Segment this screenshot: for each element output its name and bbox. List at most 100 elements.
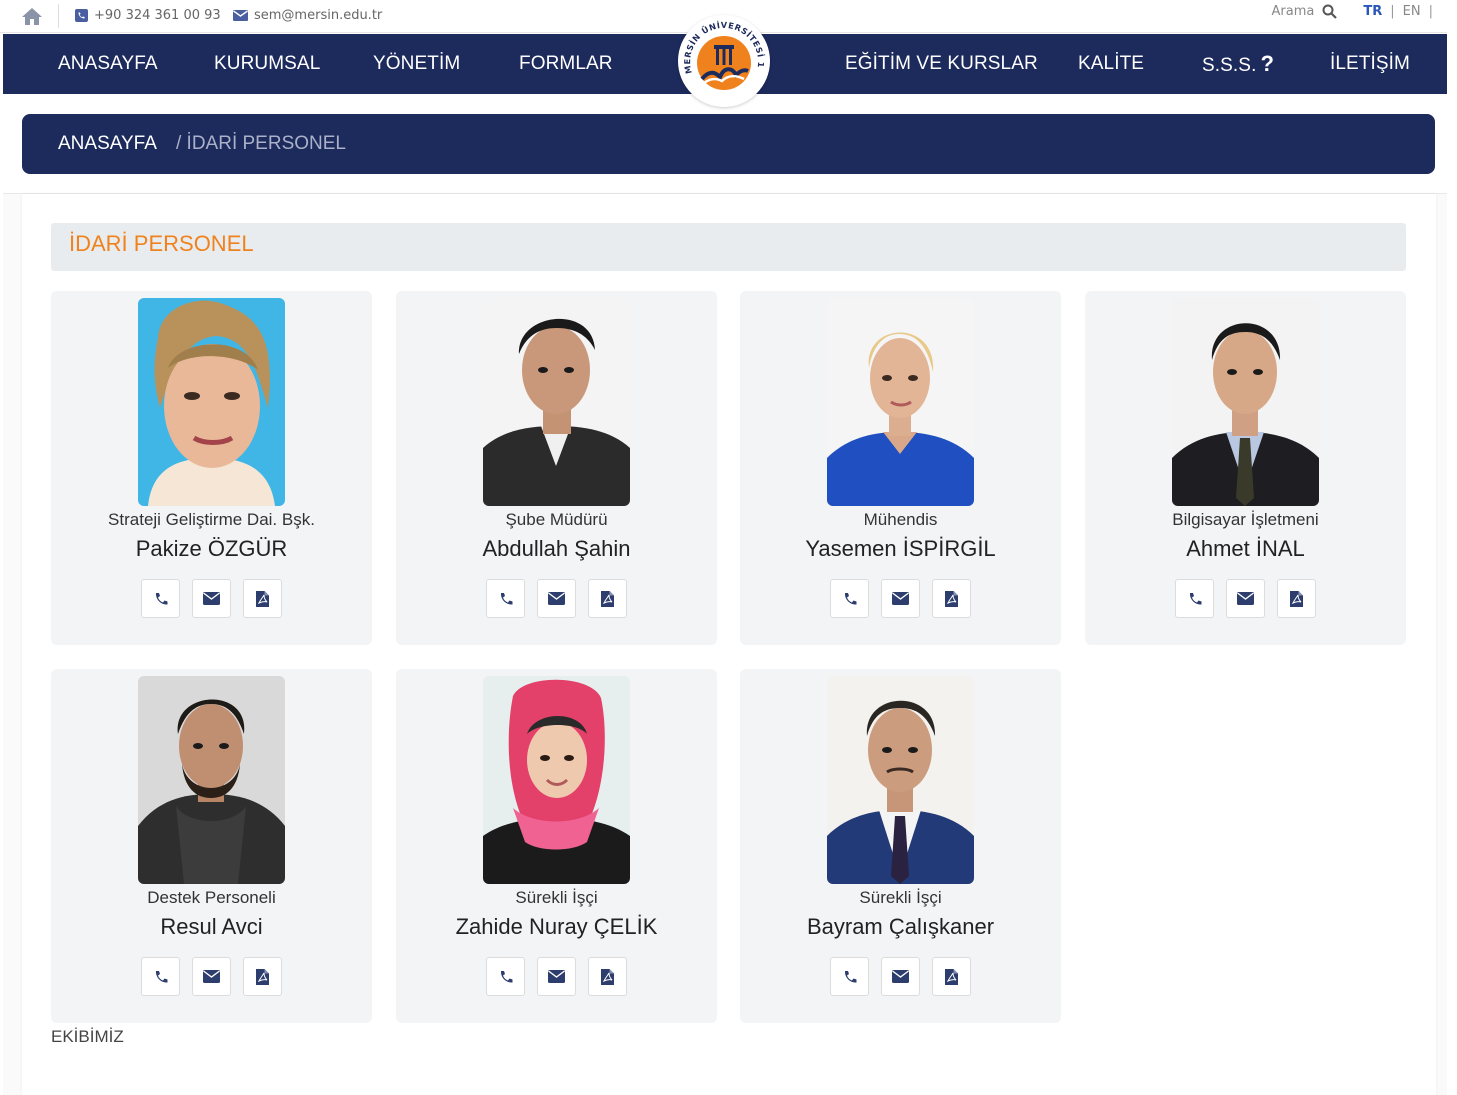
section-title: İDARİ PERSONEL	[69, 231, 254, 256]
email-address: sem@mersin.edu.tr	[254, 8, 383, 23]
lang-separator: |	[1390, 4, 1395, 19]
staff-card: Mühendis Yasemen İSPİRGİL	[740, 291, 1061, 645]
email-button[interactable]	[192, 579, 231, 618]
staff-card: Destek Personeli Resul Avci	[51, 669, 372, 1023]
staff-name: Abdullah Şahin	[482, 536, 631, 561]
staff-name: Resul Avci	[160, 914, 263, 939]
cv-pdf-button[interactable]	[243, 957, 282, 996]
university-logo[interactable]: MERSİN ÜNİVERSİTESİ 1992	[675, 7, 770, 107]
staff-photo	[827, 676, 974, 884]
phone-icon	[500, 970, 512, 983]
phone-number: +90 324 361 00 93	[94, 8, 221, 23]
phone-icon	[500, 592, 512, 605]
envelope-icon	[1237, 592, 1254, 605]
search-icon[interactable]	[1322, 4, 1338, 19]
nav-iletisim[interactable]: İLETİŞİM	[1330, 34, 1410, 94]
phone-square-icon	[75, 9, 88, 22]
phone-button[interactable]	[1175, 579, 1214, 618]
staff-card: Bilgisayar İşletmeni Ahmet İNAL	[1085, 291, 1406, 645]
staff-contact-actions	[51, 957, 372, 996]
email-button[interactable]	[537, 957, 576, 996]
cv-pdf-button[interactable]	[1277, 579, 1316, 618]
staff-name: Zahide Nuray ÇELİK	[455, 914, 658, 939]
cv-pdf-button[interactable]	[588, 957, 627, 996]
envelope-icon	[548, 970, 565, 983]
envelope-icon	[203, 970, 220, 983]
nav-kalite[interactable]: KALİTE	[1078, 34, 1144, 94]
phone-icon	[844, 970, 856, 983]
breadcrumb-home[interactable]: ANASAYFA	[58, 114, 157, 174]
search-label[interactable]: Arama	[1272, 4, 1315, 19]
cv-pdf-button[interactable]	[243, 579, 282, 618]
staff-contact-actions	[740, 579, 1061, 618]
staff-name: Bayram Çalışkaner	[806, 914, 995, 939]
email-button[interactable]	[881, 957, 920, 996]
staff-contact-actions	[740, 957, 1061, 996]
nav-egitim-ve-kurslar[interactable]: EĞİTİM VE KURSLAR	[845, 34, 1038, 94]
nav-anasayfa[interactable]: ANASAYFA	[58, 34, 158, 94]
cv-pdf-button[interactable]	[932, 957, 971, 996]
pdf-file-icon	[601, 968, 614, 985]
email-button[interactable]	[192, 957, 231, 996]
breadcrumb: ANASAYFA / İDARİ PERSONEL	[22, 114, 1435, 174]
pdf-file-icon	[945, 590, 958, 607]
home-icon[interactable]	[20, 6, 44, 26]
staff-photo	[1172, 298, 1319, 506]
nav-sss[interactable]: S.S.S.?	[1202, 34, 1274, 94]
phone-button[interactable]	[486, 957, 525, 996]
staff-role: Bilgisayar İşletmeni	[1172, 510, 1319, 529]
phone-button[interactable]	[141, 957, 180, 996]
nav-sss-label: S.S.S.	[1202, 55, 1257, 76]
envelope-icon	[892, 970, 909, 983]
staff-photo	[138, 676, 285, 884]
phone-info[interactable]: +90 324 361 00 93	[75, 8, 221, 23]
staff-photo	[827, 298, 974, 506]
nav-yonetim[interactable]: YÖNETİM	[373, 34, 460, 94]
staff-card: Sürekli İşçi Bayram Çalışkaner	[740, 669, 1061, 1023]
staff-name: Pakize ÖZGÜR	[135, 536, 288, 561]
staff-role: Mühendis	[863, 510, 938, 529]
envelope-icon	[548, 592, 565, 605]
staff-role: Şube Müdürü	[505, 510, 608, 529]
phone-button[interactable]	[486, 579, 525, 618]
staff-role: Sürekli İşçi	[859, 888, 942, 907]
envelope-icon	[233, 10, 248, 21]
staff-contact-actions	[396, 957, 717, 996]
pdf-file-icon	[601, 590, 614, 607]
staff-role: Strateji Geliştirme Dai. Bşk.	[108, 510, 315, 529]
staff-card: Şube Müdürü Abdullah Şahin	[396, 291, 717, 645]
staff-photo	[483, 676, 630, 884]
email-button[interactable]	[881, 579, 920, 618]
staff-role: Sürekli İşçi	[515, 888, 598, 907]
email-info[interactable]: sem@mersin.edu.tr	[233, 8, 382, 23]
email-button[interactable]	[537, 579, 576, 618]
nav-formlar[interactable]: FORMLAR	[519, 34, 613, 94]
staff-contact-actions	[396, 579, 717, 618]
staff-name: Ahmet İNAL	[1186, 536, 1305, 561]
lang-tr[interactable]: TR	[1363, 4, 1382, 19]
phone-button[interactable]	[830, 579, 869, 618]
phone-icon	[155, 592, 167, 605]
staff-card: Strateji Geliştirme Dai. Bşk. Pakize ÖZG…	[51, 291, 372, 645]
phone-button[interactable]	[141, 579, 180, 618]
staff-name: Yasemen İSPİRGİL	[805, 536, 996, 561]
staff-photo	[138, 298, 285, 506]
cv-pdf-button[interactable]	[588, 579, 627, 618]
staff-contact-actions	[1085, 579, 1406, 618]
staff-contact-actions	[51, 579, 372, 618]
lang-en[interactable]: EN	[1403, 4, 1421, 19]
pdf-file-icon	[945, 968, 958, 985]
breadcrumb-current: / İDARİ PERSONEL	[176, 133, 346, 154]
top-divider	[58, 4, 59, 28]
envelope-icon	[892, 592, 909, 605]
phone-icon	[155, 970, 167, 983]
cv-pdf-button[interactable]	[932, 579, 971, 618]
pdf-file-icon	[1290, 590, 1303, 607]
staff-card: Sürekli İşçi Zahide Nuray ÇELİK	[396, 669, 717, 1023]
email-button[interactable]	[1226, 579, 1265, 618]
phone-icon	[1189, 592, 1201, 605]
question-icon: ?	[1260, 51, 1275, 76]
top-right-tools: Arama TR | EN |	[1272, 4, 1433, 19]
phone-button[interactable]	[830, 957, 869, 996]
nav-kurumsal[interactable]: KURUMSAL	[214, 34, 320, 94]
